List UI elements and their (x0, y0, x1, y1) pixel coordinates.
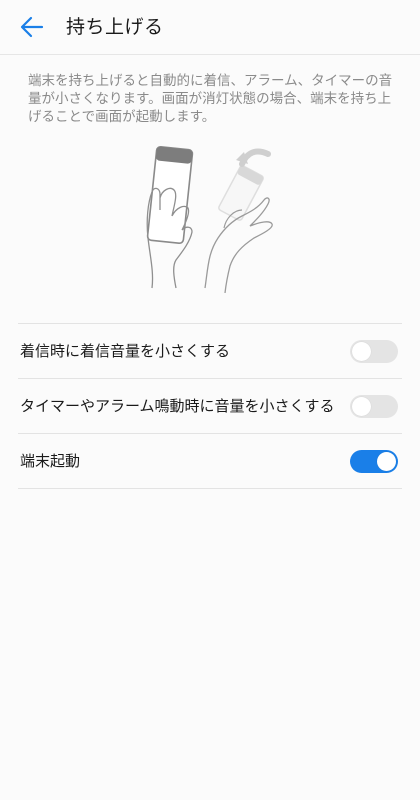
setting-label: 端末起動 (20, 452, 81, 470)
setting-row-ringtone[interactable]: 着信時に着信音量を小さくする (18, 324, 402, 379)
setting-label: タイマーやアラーム鳴動時に音量を小さくする (20, 397, 335, 415)
feature-description: 端末を持ち上げると自動的に着信、アラーム、タイマーの音量が小さくなります。画面が… (28, 73, 393, 125)
page-title: 持ち上げる (66, 16, 164, 38)
back-button[interactable] (14, 10, 50, 44)
toggle-knob (377, 452, 396, 471)
settings-list: 着信時に着信音量を小さくする タイマーやアラーム鳴動時に音量を小さくする 端末起… (18, 323, 402, 489)
toggle-knob (352, 397, 371, 416)
alarm-volume-toggle[interactable] (350, 395, 398, 418)
ringtone-volume-toggle[interactable] (350, 340, 398, 363)
arrow-left-icon (20, 16, 44, 38)
app-screen: 持ち上げる 端末を持ち上げると自動的に着信、アラーム、タイマーの音量が小さくなり… (0, 0, 420, 800)
toggle-knob (352, 342, 371, 361)
lifted-phone-icon (218, 165, 264, 221)
setting-row-alarm-timer[interactable]: タイマーやアラーム鳴動時に音量を小さくする (18, 379, 402, 434)
hand-lifting-phone-illustration (146, 145, 273, 293)
wake-device-toggle[interactable] (350, 450, 398, 473)
setting-row-wake-device[interactable]: 端末起動 (18, 434, 402, 489)
setting-label: 着信時に着信音量を小さくする (20, 342, 231, 360)
app-bar: 持ち上げる (0, 0, 420, 55)
